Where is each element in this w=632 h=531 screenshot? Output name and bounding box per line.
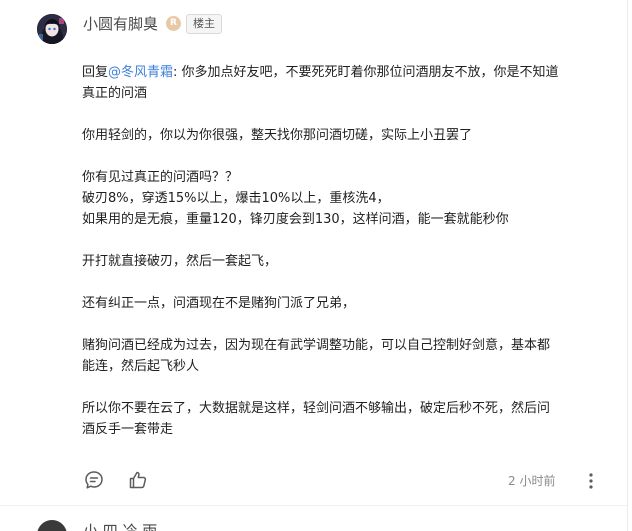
paragraph-3-line-2: 破刃8%，穿透15%以上，爆击10%以上，重核洗4，: [82, 191, 390, 206]
like-button[interactable]: [127, 469, 149, 491]
more-options-icon: [589, 473, 593, 489]
avatar-image: [37, 14, 67, 44]
comment-timestamp: 2 小时前: [508, 474, 556, 488]
right-border: [627, 0, 628, 531]
paragraph-5: 还有纠正一点，问酒现在不是赌狗门派了兄弟，: [82, 296, 356, 311]
paragraph-7-line-1: 所以你不要在云了，大数据就是这样，轻剑问酒不够输出，破定后秒不死，然后问: [82, 401, 551, 416]
user-level-badge: R: [166, 16, 181, 31]
reply-button[interactable]: [83, 469, 105, 491]
paragraph-3-line-1: 你有见过真正的问酒吗？？: [82, 170, 239, 185]
comment-divider: [0, 505, 627, 506]
paragraph-3-line-3: 如果用的是无痕，重量120，锋刃度会到130，这样问酒，能一套就能秒你: [82, 212, 509, 227]
next-comment-author[interactable]: 小 四 冷 雨: [83, 520, 157, 531]
next-comment-avatar[interactable]: [37, 520, 67, 531]
more-options-button[interactable]: [580, 470, 602, 492]
comment-bubble-icon: [85, 471, 103, 489]
thumbs-up-icon: [129, 471, 147, 489]
reply-line-2: 真正的问酒: [82, 86, 148, 101]
reply-line: 回复@冬风青霜: 你多加点好友吧，不要死死盯着你那位问酒朋友不放，你是不知道: [82, 62, 598, 83]
mention-link[interactable]: @冬风青霜: [108, 65, 173, 80]
reply-prefix: 回复: [82, 65, 109, 80]
reply-text: : 你多加点好友吧，不要死死盯着你那位问酒朋友不放，你是不知道: [173, 65, 559, 80]
paragraph-6-line-1: 赌狗问酒已经成为过去，因为现在有武学调整功能，可以自己控制好剑意，基本都: [82, 338, 551, 353]
author-name[interactable]: 小圆有脚臭: [83, 13, 158, 35]
paragraph-7-line-2: 酒反手一套带走: [82, 422, 174, 437]
comment-body: 回复@冬风青霜: 你多加点好友吧，不要死死盯着你那位问酒朋友不放，你是不知道 真…: [82, 62, 598, 440]
comment-page: 小圆有脚臭 R 楼主 回复@冬风青霜: 你多加点好友吧，不要死死盯着你那位问酒朋…: [0, 0, 632, 531]
paragraph-2: 你用轻剑的，你以为你很强，整天找你那问酒切磋，实际上小丑罢了: [82, 128, 473, 143]
author-avatar[interactable]: [37, 14, 67, 44]
op-badge: 楼主: [186, 14, 222, 34]
paragraph-6-line-2: 能连，然后起飞秒人: [82, 359, 200, 374]
paragraph-4: 开打就直接破刃，然后一套起飞，: [82, 254, 278, 269]
